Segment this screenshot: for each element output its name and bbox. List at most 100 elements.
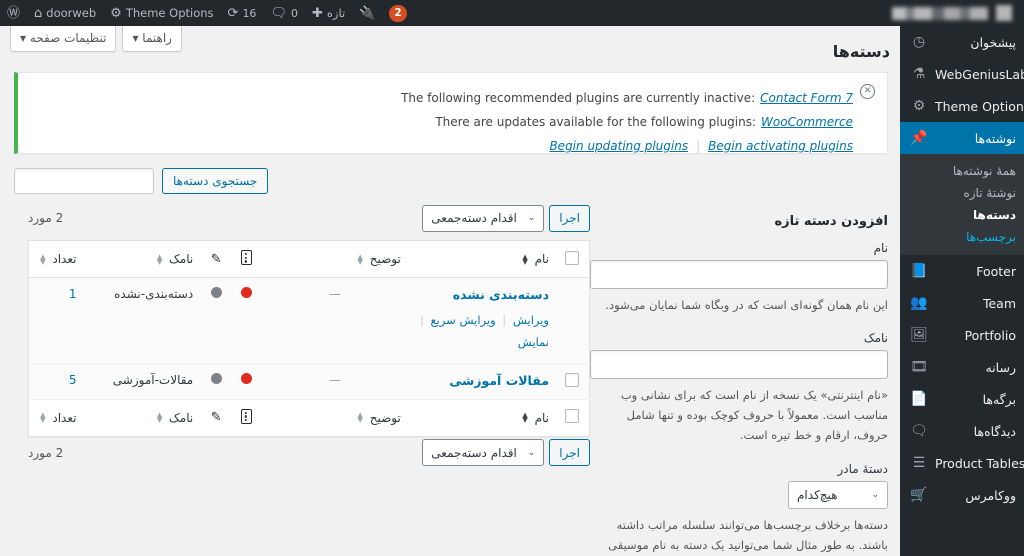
name-field[interactable] [590,260,888,289]
pin-icon: 📌 [910,130,928,146]
sidebar-item-label: WebGeniusLab [935,66,1024,82]
description-column-header[interactable]: توضیح ▲ ▼ [261,240,409,278]
pen-icon-column-header: ✎ [201,240,232,278]
updates-button[interactable]: 16 ⟳ [221,0,264,26]
divider: | [419,313,424,327]
bulk-actions-value: اقدام دسته‌جمعی [431,211,517,225]
sidebar-item-dashboard[interactable]: ◷ پیشخوان [900,26,1024,58]
posts-submenu: همهٔ نوشته‌ها نوشتهٔ تازه دسته‌ها برچسب‌… [900,154,1024,255]
update-icon: ⟳ [227,5,239,21]
begin-activating-plugins-link[interactable]: Begin activating plugins [708,134,853,158]
select-all-checkbox[interactable] [565,250,579,265]
sidebar-item-team[interactable]: 👥 Team [900,287,1024,319]
sidebar-item-pages[interactable]: 📄 برگه‌ها [900,383,1024,415]
plugin-notice: ✕ The following recommended plugins are … [14,72,888,154]
sidebar-item-label: پیشخوان [970,34,1016,50]
begin-updating-plugins-link[interactable]: Begin updating plugins [549,134,688,158]
sidebar-item-label: دیدگاه‌ها [973,423,1016,439]
sidebar-subitem-new-post[interactable]: نوشتهٔ تازه [900,182,1024,204]
portfolio-icon: 🖼 [910,327,928,343]
row-pen-dot-cell[interactable] [201,277,232,364]
content-columns: افزودن دسته تازه نام این نام همان گونه‌ا… [0,194,900,556]
sidebar-item-media[interactable]: 🎞 رسانه [900,351,1024,383]
row-menu-dot-cell[interactable] [231,363,262,400]
sidebar-item-product-tables[interactable]: ☰ Product Tables [900,447,1024,479]
contact-form-7-link[interactable]: Contact Form 7 [760,86,853,110]
sidebar-item-woocommerce[interactable]: 🛒 ووکامرس [900,479,1024,511]
slug-column-header[interactable]: نامک ▲ ▼ [84,240,202,278]
sidebar-item-comments[interactable]: 🗨 دیدگاه‌ها [900,415,1024,447]
parent-category-help: دسته‌ها برخلاف برچسب‌ها می‌توانند سلسله … [608,517,888,552]
wordpress-logo-button[interactable]: Ⓦ [0,0,27,26]
book-icon: 📘 [910,263,928,279]
bulk-actions-value: اقدام دسته‌جمعی [431,445,517,460]
theme-options-button[interactable]: Theme Options ⚙ [103,0,220,26]
apply-button[interactable]: اجرا [549,439,590,467]
description-column-footer[interactable]: توضیح ▲ ▼ [261,398,409,437]
view-link[interactable]: نمایش [518,335,549,349]
sidebar-item-footer[interactable]: 📘 Footer [900,255,1024,287]
pages-icon: 📄 [910,391,928,407]
sidebar-item-webgeniuslab[interactable]: ⚗ WebGeniusLab [900,58,1024,90]
row-name-cell: مقالات آموزشی [408,363,557,400]
new-content-button[interactable]: تازه ✚ [305,0,352,26]
count-link[interactable]: 5 [69,373,77,387]
site-avatar-blurred [996,5,1012,21]
search-input[interactable] [14,168,154,194]
sort-icon: ▲ ▼ [357,252,363,266]
sidebar-subitem-categories[interactable]: دسته‌ها [900,204,1024,226]
screen-meta-links: تنظیمات صفحه ▾ راهنما ▾ [10,26,182,52]
row-actions: ویرایش | ویرایش سریع | نمایش [417,310,549,354]
row-checkbox[interactable] [565,372,579,387]
bulk-actions-bottom: اقدام دسته‌جمعی ⌄ اجرا [422,439,590,467]
slug-column-footer[interactable]: نامک ▲ ▼ [84,398,202,437]
sidebar-item-label: رسانه [985,359,1017,375]
name-column-header[interactable]: نام ▲ ▼ [408,240,557,278]
woocommerce-link[interactable]: WooCommerce [761,110,853,134]
sidebar-subitem-tags[interactable]: برچسب‌ها [900,226,1024,248]
screen-options-button[interactable]: تنظیمات صفحه ▾ [10,26,117,52]
sidebar-item-posts[interactable]: 📌 نوشته‌ها [900,122,1024,154]
row-description-cell: — [261,277,409,364]
admin-sidebar-menu: ◷ پیشخوان ⚗ WebGeniusLab ⚙ Theme Options… [900,26,1024,556]
sidebar-item-label: Footer [976,263,1016,279]
plugin-icon[interactable]: 🔌 [352,0,382,26]
chevron-down-icon: ▾ [132,31,139,45]
apply-button[interactable]: اجرا [549,204,590,232]
count-column-header[interactable]: تعداد ▲ ▼ [28,240,85,278]
edit-link[interactable]: ویرایش [513,313,549,327]
divider: | [696,139,701,153]
quick-edit-link[interactable]: ویرایش سریع [431,313,496,327]
notification-badge[interactable]: 2 [382,0,413,26]
parent-category-select[interactable]: هیچ‌کدام ⌄ [788,480,888,509]
bulk-actions-select[interactable]: اقدام دسته‌جمعی ⌄ [422,439,545,467]
bulk-actions-select[interactable]: اقدام دسته‌جمعی ⌄ [422,204,545,232]
category-name-link[interactable]: مقالات آموزشی [449,373,549,388]
sidebar-subitem-all-posts[interactable]: همهٔ نوشته‌ها [900,160,1024,182]
site-name-redacted[interactable] [885,0,1024,26]
count-link[interactable]: 1 [69,287,77,301]
search-categories-button[interactable]: جستجوی دسته‌ها [162,168,269,194]
row-pen-dot-cell[interactable] [201,363,232,400]
name-column-footer[interactable]: نام ▲ ▼ [408,398,557,437]
slug-field[interactable] [590,350,888,380]
gray-dot-icon [210,372,222,384]
chevron-down-icon: ⌄ [871,489,879,500]
sort-icon: ▲ ▼ [522,411,528,425]
site-home-button[interactable]: doorweb ⌂ [27,0,103,26]
sidebar-item-theme-options[interactable]: ⚙ Theme Options [900,90,1024,122]
row-menu-dot-cell[interactable] [231,277,262,364]
sidebar-item-portfolio[interactable]: 🖼 Portfolio [900,319,1024,351]
add-category-form: افزودن دسته تازه نام این نام همان گونه‌ا… [590,202,888,556]
sort-icon: ▲ ▼ [156,252,163,266]
close-icon[interactable]: ✕ [860,84,875,99]
count-column-footer[interactable]: تعداد ▲ ▼ [28,398,85,437]
pen-icon: ✎ [210,251,222,267]
help-button[interactable]: راهنما ▾ [122,26,182,52]
sort-icon: ▲ ▼ [40,252,46,266]
notice-actions: Begin updating plugins | Begin activatin… [34,134,853,158]
select-all-checkbox[interactable] [565,409,579,424]
category-name-link[interactable]: دسته‌بندی نشده [453,287,549,302]
red-dot-icon [240,287,252,298]
comments-button[interactable]: 0 🗨 [263,0,305,26]
